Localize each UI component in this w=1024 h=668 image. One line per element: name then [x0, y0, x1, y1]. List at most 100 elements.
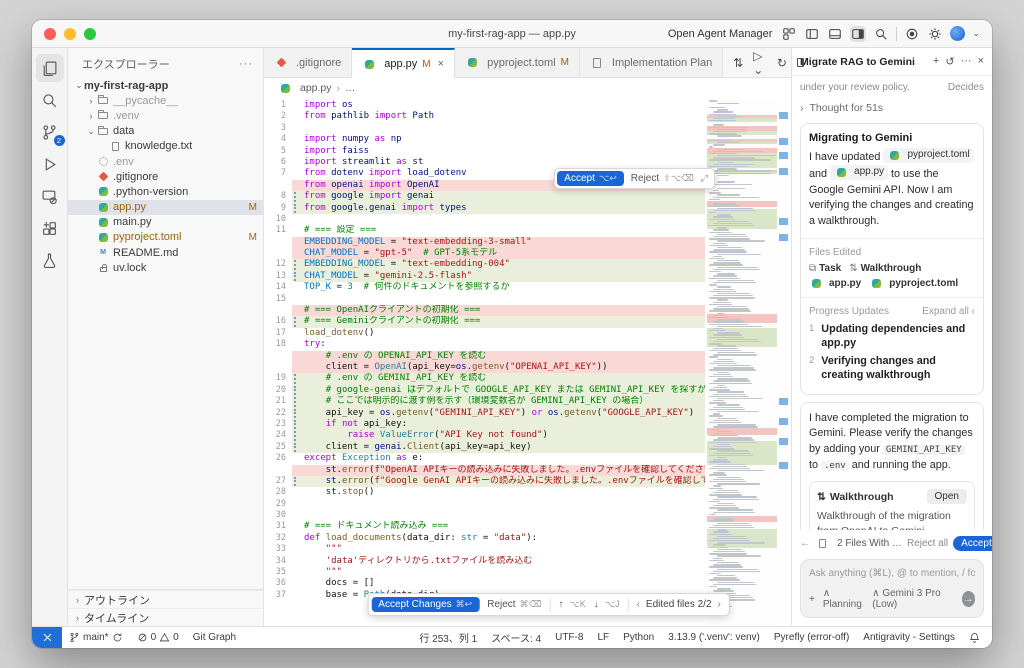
- code-line-10[interactable]: 10: [264, 214, 705, 225]
- tree-item-readme-md[interactable]: MREADME.md: [68, 245, 263, 260]
- tab-implementation-plan[interactable]: Implementation Plan: [580, 48, 723, 77]
- sync-icon[interactable]: ↻: [777, 56, 787, 70]
- activity-explorer-icon[interactable]: [36, 54, 64, 82]
- code-line-29[interactable]: 29: [264, 499, 705, 510]
- tree-item-uv-lock[interactable]: uv.lock: [68, 260, 263, 275]
- planning-mode-select[interactable]: ∧ Planning: [823, 588, 864, 610]
- send-button[interactable]: →: [962, 591, 976, 607]
- status-python-interpreter[interactable]: 3.13.9 ('.venv': venv): [661, 632, 767, 643]
- code-line-21[interactable]: 21 # ここでは明示的に渡す例を示す（環境変数名が GEMINI_API_KE…: [264, 396, 705, 407]
- code-line-32[interactable]: 32def load_documents(data_dir: str = "da…: [264, 533, 705, 544]
- code-line-25[interactable]: 25 client = genai.Client(api_key=api_key…: [264, 442, 705, 453]
- progress-item-2[interactable]: 2Verifying changes and creating walkthro…: [809, 354, 975, 382]
- tree-item-app-py[interactable]: app.pyM: [68, 200, 263, 215]
- code-line-30[interactable]: 30: [264, 510, 705, 521]
- code-line-22[interactable]: 22 api_key = os.getenv("GEMINI_API_KEY")…: [264, 408, 705, 419]
- accept-changes-button[interactable]: Accept Changes⌘↩: [371, 597, 479, 612]
- minimize-window-button[interactable]: [64, 28, 76, 40]
- open-walkthrough-button[interactable]: Open: [927, 489, 967, 504]
- activity-run-debug-icon[interactable]: [36, 150, 64, 178]
- edited-file-app-py[interactable]: app.py: [809, 278, 861, 289]
- chat-input[interactable]: [809, 568, 975, 579]
- code-line-3[interactable]: 3: [264, 123, 705, 134]
- toggle-left-panel-icon[interactable]: [804, 26, 820, 42]
- activity-testing-icon[interactable]: [36, 246, 64, 274]
- tree-item--gitignore[interactable]: .gitignore: [68, 169, 263, 184]
- problems-status[interactable]: 0 0: [130, 632, 186, 643]
- git-branch-status[interactable]: main*: [62, 632, 130, 643]
- tab--gitignore[interactable]: .gitignore: [264, 48, 352, 77]
- tree-item--python-version[interactable]: .python-version: [68, 184, 263, 199]
- code-line-33[interactable]: 33 """: [264, 544, 705, 555]
- code-line-14[interactable]: 14TOP_K = 3 # 何件のドキュメントを参照するか: [264, 282, 705, 293]
- back-icon[interactable]: ←: [800, 538, 810, 549]
- tree-item-data[interactable]: ⌄data: [68, 124, 263, 139]
- record-icon[interactable]: [904, 26, 920, 42]
- tree-item--venv[interactable]: ›.venv: [68, 108, 263, 123]
- reject-button[interactable]: Reject⇧⌥⌫: [631, 173, 694, 184]
- more-actions-icon[interactable]: ···: [961, 55, 972, 68]
- code-line-8[interactable]: 8from google import genai: [264, 191, 705, 202]
- close-tab-icon[interactable]: ×: [438, 58, 444, 70]
- code-line-20[interactable]: 20 # google-genai はデフォルトで GOOGLE_API_KEY…: [264, 385, 705, 396]
- code-line-11[interactable]: 11# === 設定 ===: [264, 225, 705, 236]
- code-line-diff[interactable]: CHAT_MODEL = "gpt-5" # GPT-5系モデル: [264, 248, 705, 259]
- accept-button[interactable]: Accept⌥↩: [557, 171, 624, 186]
- tree-item-my-first-rag-app[interactable]: ⌄my-first-rag-app: [68, 78, 263, 93]
- reject-all-button[interactable]: Reject all: [907, 538, 948, 549]
- files-with-changes-label[interactable]: 2 Files With …: [837, 538, 902, 549]
- agent-thread-title[interactable]: Migrate RAG to Gemini: [800, 56, 915, 68]
- search-icon[interactable]: [873, 26, 889, 42]
- account-avatar[interactable]: [950, 26, 965, 41]
- activity-remote-icon[interactable]: [36, 182, 64, 210]
- breadcrumb-more[interactable]: …: [345, 82, 356, 94]
- activity-source-control-icon[interactable]: 2: [36, 118, 64, 146]
- code-line-19[interactable]: 19 # .env の GEMINI_API_KEY を読む: [264, 373, 705, 384]
- tree-item-knowledge-txt[interactable]: knowledge.txt: [68, 139, 263, 154]
- code-line-2[interactable]: 2from pathlib import Path: [264, 111, 705, 122]
- code-line-28[interactable]: 28 st.stop(): [264, 487, 705, 498]
- code-line-16[interactable]: 16# === Geminiクライアントの初期化 ===: [264, 316, 705, 327]
- breadcrumb[interactable]: app.py › …: [264, 78, 791, 98]
- history-icon[interactable]: ↺: [945, 55, 954, 68]
- status-language-mode[interactable]: Python: [616, 632, 661, 643]
- toggle-right-panel-icon[interactable]: [850, 26, 866, 42]
- close-panel-icon[interactable]: ×: [978, 55, 984, 68]
- code-line-35[interactable]: 35 """: [264, 567, 705, 578]
- activity-search-icon[interactable]: [36, 86, 64, 114]
- code-line-18[interactable]: 18try:: [264, 339, 705, 350]
- progress-item-1[interactable]: 1Updating dependencies and app.py: [809, 322, 975, 350]
- toggle-bottom-panel-icon[interactable]: [827, 26, 843, 42]
- status-indentation[interactable]: スペース: 4: [484, 630, 548, 645]
- split-editor-icon[interactable]: [797, 58, 804, 67]
- tab-pyproject-toml[interactable]: pyproject.tomlM: [455, 48, 580, 77]
- sidebar-section-アウトライン[interactable]: ›アウトライン: [68, 590, 263, 608]
- file-chip[interactable]: pyproject.toml: [883, 148, 973, 163]
- attach-button[interactable]: +: [809, 594, 815, 605]
- policy-mode[interactable]: Decides: [948, 82, 984, 93]
- close-window-button[interactable]: [44, 28, 56, 40]
- code-line-6[interactable]: 6import streamlit as st: [264, 157, 705, 168]
- code-line-5[interactable]: 5import faiss: [264, 146, 705, 157]
- tree-item--env[interactable]: .env: [68, 154, 263, 169]
- prev-file-button[interactable]: ‹: [637, 599, 640, 610]
- model-select[interactable]: ∧ Gemini 3 Pro (Low): [872, 588, 953, 610]
- thought-toggle[interactable]: › Thought for 51s: [800, 100, 984, 116]
- status-encoding[interactable]: UTF-8: [548, 632, 590, 643]
- status-antigravity-settings[interactable]: Antigravity - Settings: [856, 632, 962, 643]
- agent-manager-icon[interactable]: [781, 26, 797, 42]
- remote-indicator[interactable]: [32, 627, 62, 648]
- code-line-diff[interactable]: # .env の OPENAI_API_KEY を読む: [264, 351, 705, 362]
- git-graph-button[interactable]: Git Graph: [186, 632, 243, 643]
- open-agent-manager-button[interactable]: Open Agent Manager: [668, 28, 773, 40]
- code-line-31[interactable]: 31# === ドキュメント読み込み ===: [264, 521, 705, 532]
- code-line-27[interactable]: 27 st.error(f"Google GenAI APIキーの読み込みに失敗…: [264, 476, 705, 487]
- tab-app-py[interactable]: app.pyM×: [352, 48, 455, 78]
- tree-item--pycache-[interactable]: ›__pycache__: [68, 93, 263, 108]
- code-line-9[interactable]: 9from google.genai import types: [264, 203, 705, 214]
- file-chip[interactable]: app.py: [830, 165, 888, 180]
- expand-diff-icon[interactable]: ⤢: [701, 173, 708, 184]
- expand-all-button[interactable]: Expand all ‹: [922, 306, 975, 317]
- code-line-1[interactable]: 1import os: [264, 100, 705, 111]
- accept-all-button[interactable]: Accept all: [953, 536, 992, 551]
